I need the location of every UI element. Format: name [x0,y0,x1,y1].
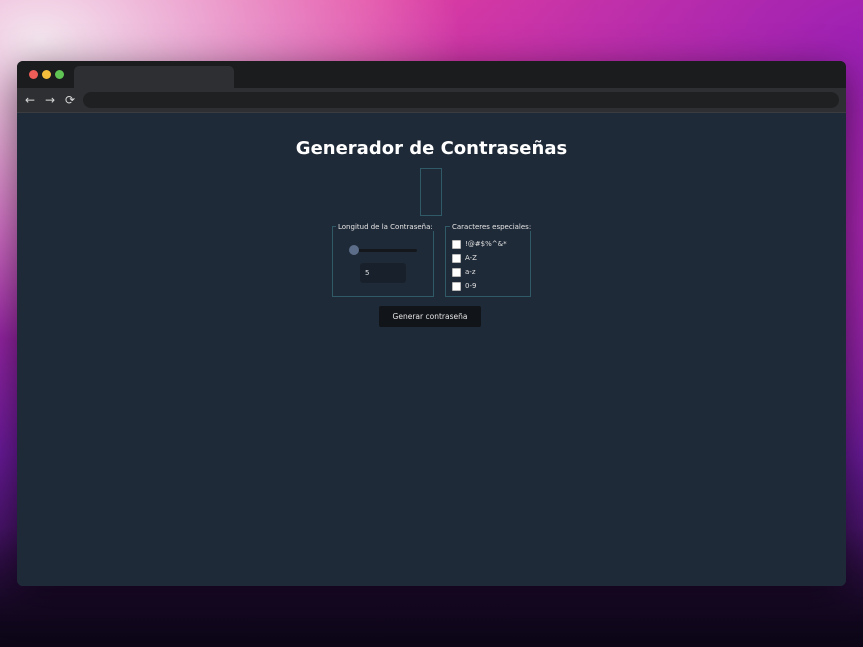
password-output [420,168,442,216]
back-arrow-icon[interactable]: ← [22,92,38,108]
forward-arrow-icon[interactable]: → [42,92,58,108]
length-number-input[interactable]: 5 [360,263,406,283]
symbols-label: !@#$%^&* [465,240,507,248]
length-fieldset: Longitud de la Contraseña: 5 [332,223,435,297]
digits-checkbox[interactable] [452,281,461,291]
address-bar[interactable] [83,92,839,108]
option-symbols[interactable]: !@#$%^&* [452,238,507,250]
page-title: Generador de Contraseñas [295,138,568,159]
option-digits[interactable]: 0-9 [452,280,476,292]
chars-legend: Caracteres especiales: [450,223,534,231]
uppercase-checkbox[interactable] [452,253,461,263]
close-window-dot[interactable] [29,70,38,79]
option-uppercase[interactable]: A-Z [452,252,477,264]
lowercase-checkbox[interactable] [452,267,461,277]
browser-tab[interactable] [74,66,234,88]
browser-toolbar: ← → ⟳ [17,88,846,113]
minimize-window-dot[interactable] [42,70,51,79]
browser-window: ← → ⟳ Generador de Contraseñas Longitud … [17,61,846,586]
reload-icon[interactable]: ⟳ [62,92,78,108]
lowercase-label: a-z [465,268,476,276]
option-lowercase[interactable]: a-z [452,266,476,278]
page-content: Generador de Contraseñas Longitud de la … [17,113,846,586]
maximize-window-dot[interactable] [55,70,64,79]
symbols-checkbox[interactable] [452,239,461,249]
length-legend: Longitud de la Contraseña: [336,223,435,231]
generate-password-button[interactable]: Generar contraseña [379,306,481,327]
slider-thumb[interactable] [349,245,359,255]
length-slider[interactable] [353,249,417,252]
chars-fieldset: Caracteres especiales: !@#$%^&* A-Z a-z … [445,223,534,297]
uppercase-label: A-Z [465,254,477,262]
digits-label: 0-9 [465,282,477,290]
title-bar [17,61,846,88]
